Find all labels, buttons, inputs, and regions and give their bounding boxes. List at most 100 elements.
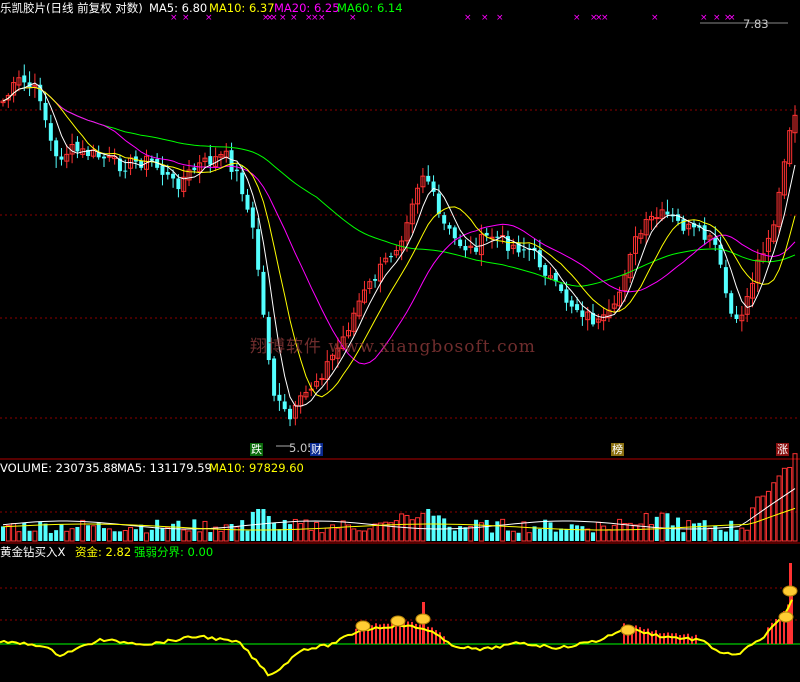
volume-bar-up xyxy=(388,522,394,542)
ma5-readout: MA5: 6.80 xyxy=(149,1,208,15)
candle-down xyxy=(75,141,80,152)
volume-bar-down xyxy=(495,521,500,541)
volume-bar-up xyxy=(622,523,628,542)
volume-bar-down xyxy=(155,519,160,541)
volume-bar-down xyxy=(112,531,117,541)
volume-bar-up xyxy=(707,527,713,542)
volume-bar-down xyxy=(86,525,91,541)
volume-bar-up xyxy=(298,523,304,542)
volume-bar-down xyxy=(543,519,548,541)
volume-bar-down xyxy=(171,523,176,541)
volume-bar-down xyxy=(160,528,165,541)
candle-down xyxy=(234,169,239,172)
volume-ma5-readout: MA5: 131179.59 xyxy=(117,461,212,475)
gold-diamond-icon xyxy=(620,624,636,636)
candle-down xyxy=(176,178,181,190)
volume-bar-down xyxy=(559,528,564,541)
volume-bar-up xyxy=(202,520,208,542)
volume-bar-down xyxy=(96,522,101,541)
volume-bar-down xyxy=(192,519,197,541)
candle-down xyxy=(559,284,564,292)
candle-down xyxy=(256,229,261,270)
candle-down xyxy=(729,293,734,314)
volume-bar-up xyxy=(292,518,298,542)
volume-bar-up xyxy=(5,525,11,542)
volume-bar-down xyxy=(240,520,245,541)
candle-down xyxy=(580,310,585,317)
volume-bar-up xyxy=(367,528,373,542)
volume-bar-up xyxy=(128,526,134,542)
volume-bar-down xyxy=(692,523,697,541)
volume-bar-down xyxy=(261,509,266,541)
candle-down xyxy=(521,249,526,251)
candle-down xyxy=(426,175,431,182)
volume-bar-down xyxy=(505,530,510,541)
volume-bar-up xyxy=(165,526,171,542)
volume-bar-down xyxy=(117,531,122,541)
candle-up xyxy=(106,155,112,158)
volume-bar-up xyxy=(781,467,787,542)
candle-down xyxy=(59,156,64,160)
volume-bar-down xyxy=(256,508,261,541)
candle-down xyxy=(54,140,59,157)
fund-bar xyxy=(635,625,637,644)
fund-bar xyxy=(663,633,665,644)
volume-bar-up xyxy=(510,530,516,542)
volume-ma10-readout: MA10: 97829.60 xyxy=(209,461,304,475)
volume-bar-up xyxy=(393,520,399,542)
fund-bar xyxy=(427,626,429,644)
volume-bar-down xyxy=(43,523,48,541)
candle-down xyxy=(702,225,707,240)
candle-down xyxy=(447,225,452,229)
candle-up xyxy=(319,377,325,380)
volume-bar-down xyxy=(54,530,59,541)
volume-bar-down xyxy=(718,529,723,541)
volume-bar-down xyxy=(575,525,580,541)
signal-cross: × xyxy=(573,13,581,23)
volume-bar-down xyxy=(681,532,686,541)
volume-bar-down xyxy=(723,531,728,541)
volume-bar-down xyxy=(266,516,271,541)
volume-bar-down xyxy=(697,522,702,541)
candle-down xyxy=(192,167,197,171)
volume-bar-up xyxy=(744,529,750,542)
volume-bar-down xyxy=(101,528,106,541)
volume-bar-down xyxy=(245,530,250,541)
candle-down xyxy=(723,267,728,294)
volume-bar-down xyxy=(516,532,521,541)
candle-down xyxy=(43,102,48,121)
volume-bar-up xyxy=(106,528,112,542)
candle-down xyxy=(442,215,447,224)
fund-bar xyxy=(659,633,661,644)
fund-readout: 资金: 2.82 xyxy=(75,545,132,559)
volume-bar-down xyxy=(208,532,213,541)
volume-bar-up xyxy=(606,529,612,542)
volume-bar-down xyxy=(537,528,542,541)
volume-bar-up xyxy=(787,466,793,542)
candle-down xyxy=(569,300,574,307)
volume-bar-down xyxy=(532,526,537,541)
volume-bar-up xyxy=(16,531,22,542)
ma20-readout: MA20: 6.25 xyxy=(274,1,340,15)
fund-bar xyxy=(667,632,669,644)
volume-bar-down xyxy=(463,527,468,541)
candle-down xyxy=(160,165,165,175)
volume-bar-up xyxy=(197,531,203,542)
volume-bar-up xyxy=(346,524,352,542)
fund-bar xyxy=(647,628,649,644)
candle-down xyxy=(261,271,266,315)
candle-down xyxy=(229,150,234,172)
candle-down xyxy=(452,227,457,239)
candle-down xyxy=(436,193,441,214)
volume-bar-down xyxy=(176,520,181,541)
candle-down xyxy=(277,394,282,401)
ma60-line xyxy=(2,86,796,287)
volume-bar-up xyxy=(181,529,187,542)
volume-bar-up xyxy=(739,527,745,542)
volume-bar-up xyxy=(372,523,378,542)
volume-bar-up xyxy=(218,530,224,542)
gold-diamond-icon xyxy=(390,615,406,627)
candle-down xyxy=(171,173,176,179)
signal-cross: × xyxy=(481,13,489,23)
candle-down xyxy=(495,236,500,238)
